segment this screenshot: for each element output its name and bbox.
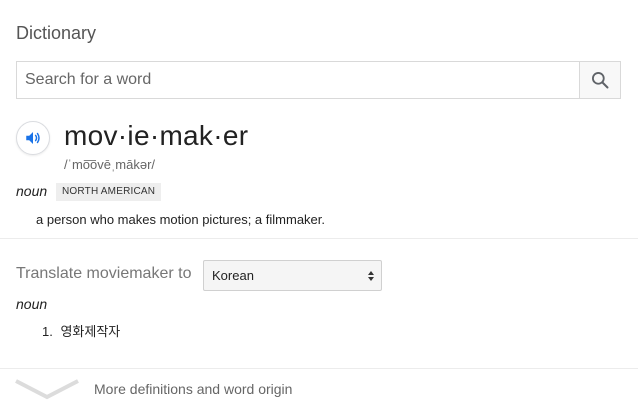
language-select-value: Korean — [212, 268, 254, 283]
more-definitions-button[interactable]: More definitions and word origin — [0, 369, 638, 409]
translation-text: 영화제작자 — [60, 325, 121, 340]
language-select[interactable]: Korean — [203, 260, 382, 291]
translate-label: Translate moviemaker to — [16, 265, 192, 282]
region-badge: NORTH AMERICAN — [56, 183, 162, 201]
search-box — [16, 61, 621, 99]
search-icon — [592, 72, 609, 89]
more-definitions-label: More definitions and word origin — [94, 381, 293, 397]
pronunciation-audio-button[interactable] — [16, 121, 50, 155]
part-of-speech: noun — [16, 183, 48, 199]
chevron-down-icon — [15, 379, 79, 400]
definition-text: a person who makes motion pictures; a fi… — [36, 212, 326, 227]
phonetic-spelling: /ˈmo͞ovēˌmākər/ — [64, 157, 156, 172]
speaker-icon — [26, 132, 40, 144]
translation-number: 1. — [42, 324, 53, 339]
panel-title: Dictionary — [16, 23, 97, 43]
section-divider — [0, 238, 638, 239]
translation-part-of-speech: noun — [16, 296, 48, 312]
search-button[interactable] — [579, 62, 620, 98]
search-input[interactable] — [17, 62, 579, 98]
translation-item: 1. 영화제작자 — [42, 321, 120, 340]
select-arrows-icon — [368, 270, 374, 281]
headword: mov·ie·mak·er — [64, 120, 249, 151]
